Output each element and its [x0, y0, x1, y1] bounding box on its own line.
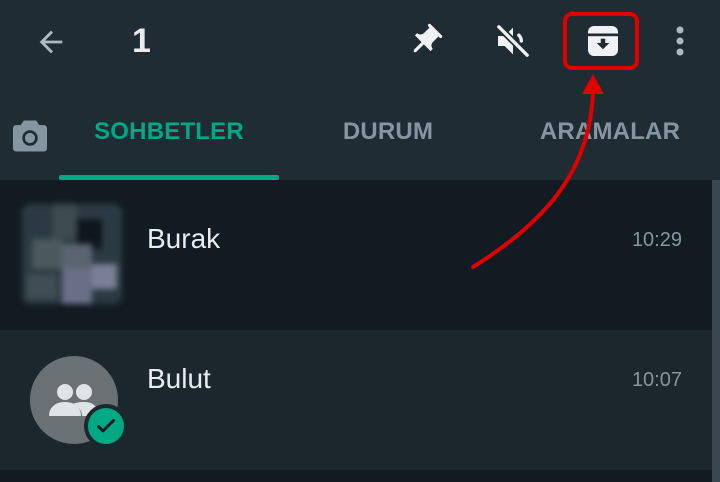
more-options-button[interactable]	[662, 20, 698, 62]
active-tab-indicator	[59, 175, 279, 180]
camera-icon	[13, 120, 47, 152]
selected-count: 1	[132, 22, 151, 60]
chat-name: Burak	[147, 223, 221, 254]
mute-icon	[495, 23, 531, 59]
chat-name: Bulut	[147, 363, 211, 394]
camera-button[interactable]	[8, 116, 52, 156]
tab-durum[interactable]: DURUM	[290, 84, 486, 180]
more-vert-icon	[676, 26, 684, 56]
archive-highlight-box	[563, 12, 639, 70]
chat-time: 10:29	[631, 229, 682, 251]
tab-aramalar[interactable]: ARAMALAR	[510, 84, 710, 180]
pin-button[interactable]	[402, 18, 448, 64]
check-icon	[97, 419, 115, 433]
pin-icon	[413, 23, 443, 53]
arrow-left-icon	[39, 30, 63, 54]
chat-row-bulut[interactable]: Bulut 10:07	[0, 330, 712, 470]
tab-sohbetler[interactable]: SOHBETLER	[59, 84, 279, 180]
scrollbar[interactable]	[712, 180, 720, 482]
chat-time: 10:07	[631, 369, 682, 391]
back-button[interactable]	[28, 22, 74, 62]
mute-button[interactable]	[490, 18, 536, 64]
chat-row-burak[interactable]: Burak 10:29	[0, 190, 712, 330]
avatar	[22, 204, 122, 304]
selected-check-badge	[84, 404, 128, 448]
